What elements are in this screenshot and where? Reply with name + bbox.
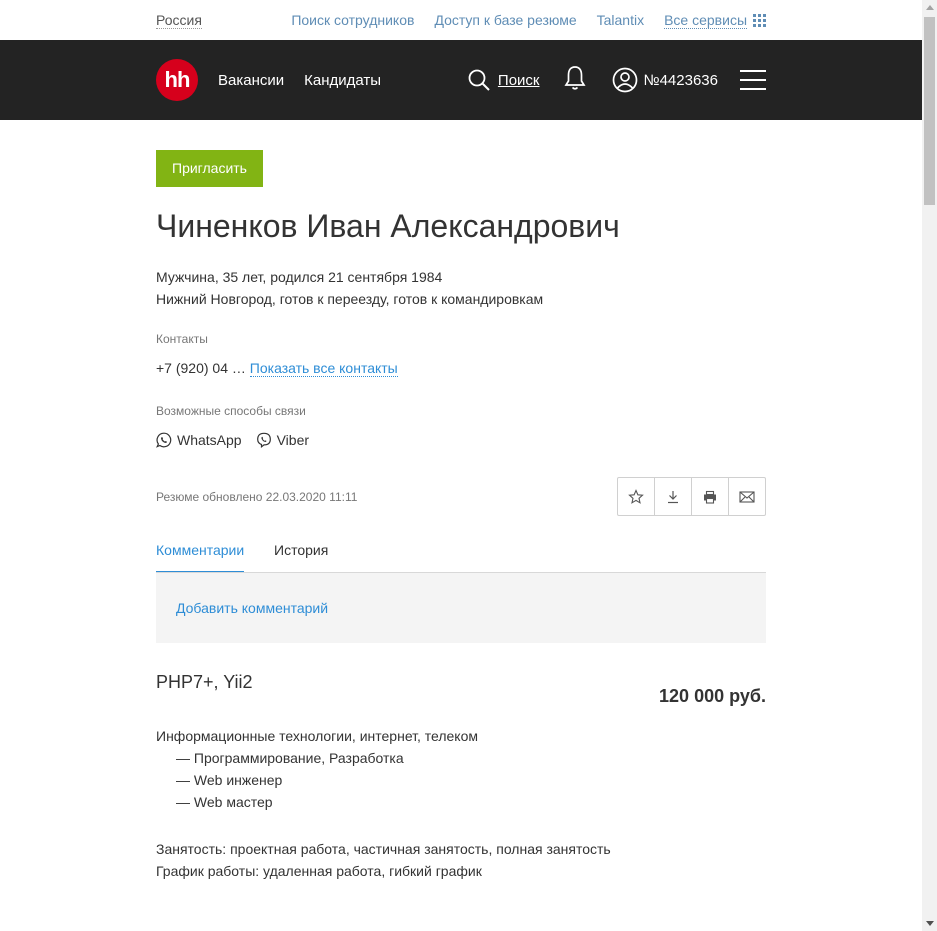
account-number: №4423636 (643, 71, 719, 89)
viber-item: Viber (256, 432, 309, 448)
envelope-icon (739, 490, 755, 503)
employee-search-link[interactable]: Поиск сотрудников (291, 12, 414, 29)
user-icon (612, 67, 637, 93)
add-comment-link[interactable]: Добавить комментарий (176, 600, 328, 616)
scroll-thumb[interactable] (924, 17, 935, 205)
show-contacts-link[interactable]: Показать все контакты (249, 360, 398, 377)
viber-label: Viber (276, 432, 310, 448)
resume-tabs: Комментарии История (156, 534, 766, 573)
industry: Информационные технологии, интернет, тел… (156, 728, 478, 744)
work-schedule: График работы: удаленная работа, гибкий … (156, 863, 482, 879)
notifications-button[interactable] (563, 65, 586, 95)
gender-age-birth: Мужчина, 35 лет, родился 21 сентября 198… (156, 269, 443, 285)
download-button[interactable] (654, 478, 691, 515)
search-label: Поиск (497, 71, 540, 89)
candidate-name: Чиненков Иван Александрович (156, 208, 620, 244)
whatsapp-label: WhatsApp (177, 432, 242, 448)
whatsapp-item: WhatsApp (156, 432, 242, 448)
main-header: hh Вакансии Кандидаты Поиск №4423636 (0, 40, 922, 120)
all-services-label: Все сервисы (664, 12, 747, 29)
employment-type: Занятость: проектная работа, частичная з… (156, 841, 611, 857)
comments-panel: Добавить комментарий (156, 573, 766, 643)
region-selector[interactable]: Россия (156, 12, 202, 29)
top-utility-bar: Россия Поиск сотрудников Доступ к базе р… (0, 0, 922, 40)
nav-vacancies[interactable]: Вакансии (218, 72, 284, 89)
contacts-label: Контакты (156, 332, 208, 346)
specializations: Информационные технологии, интернет, тел… (156, 725, 478, 813)
whatsapp-icon (156, 432, 172, 448)
tab-history[interactable]: История (274, 542, 328, 558)
specialization-item: — Web мастер (176, 794, 273, 810)
specialization-item: — Программирование, Разработка (176, 750, 404, 766)
desired-position: PHP7+, Yii2 (156, 672, 253, 692)
download-icon (668, 490, 678, 503)
main-nav: Вакансии Кандидаты (218, 72, 381, 89)
print-icon (704, 490, 716, 504)
vertical-scrollbar[interactable] (922, 0, 937, 931)
personal-info: Мужчина, 35 лет, родился 21 сентября 198… (156, 266, 543, 310)
phone-partial: +7 (920) 04 … (156, 360, 250, 376)
specialization-item: — Web инженер (176, 772, 283, 788)
messengers-list: WhatsApp Viber (156, 432, 309, 448)
nav-candidates[interactable]: Кандидаты (304, 72, 381, 89)
top-links: Поиск сотрудников Доступ к базе резюме T… (291, 12, 766, 29)
viber-icon (256, 432, 271, 448)
scroll-up-arrow-icon[interactable] (922, 0, 937, 15)
tab-comments[interactable]: Комментарии (156, 542, 245, 572)
phone-row: +7 (920) 04 … Показать все контакты (156, 360, 398, 377)
talantix-link[interactable]: Talantix (597, 12, 644, 29)
scroll-down-arrow-icon[interactable] (922, 916, 937, 931)
employment-info: Занятость: проектная работа, частичная з… (156, 838, 611, 882)
star-icon (628, 488, 644, 504)
bell-icon (563, 66, 586, 90)
menu-icon[interactable] (740, 70, 766, 90)
grid-icon (753, 14, 766, 27)
account-button[interactable]: №4423636 (612, 67, 719, 93)
favorite-button[interactable] (618, 478, 654, 515)
email-button[interactable] (728, 478, 765, 515)
all-services-link[interactable]: Все сервисы (664, 12, 766, 29)
search-icon (468, 69, 490, 91)
hh-logo[interactable]: hh (156, 59, 198, 101)
location-relocation: Нижний Новгород, готов к переезду, готов… (156, 291, 544, 307)
print-button[interactable] (691, 478, 728, 515)
desired-salary: 120 000 руб. (659, 686, 766, 706)
resume-updated: Резюме обновлено 22.03.2020 11:11 (156, 490, 358, 504)
header-actions: Поиск №4423636 (468, 65, 766, 95)
invite-button[interactable]: Пригласить (156, 150, 263, 187)
page: Россия Поиск сотрудников Доступ к базе р… (0, 0, 922, 931)
messengers-label: Возможные способы связи (156, 404, 306, 418)
resume-db-access-link[interactable]: Доступ к базе резюме (434, 12, 576, 29)
resume-actions (617, 477, 766, 516)
search-button[interactable]: Поиск (468, 69, 540, 91)
